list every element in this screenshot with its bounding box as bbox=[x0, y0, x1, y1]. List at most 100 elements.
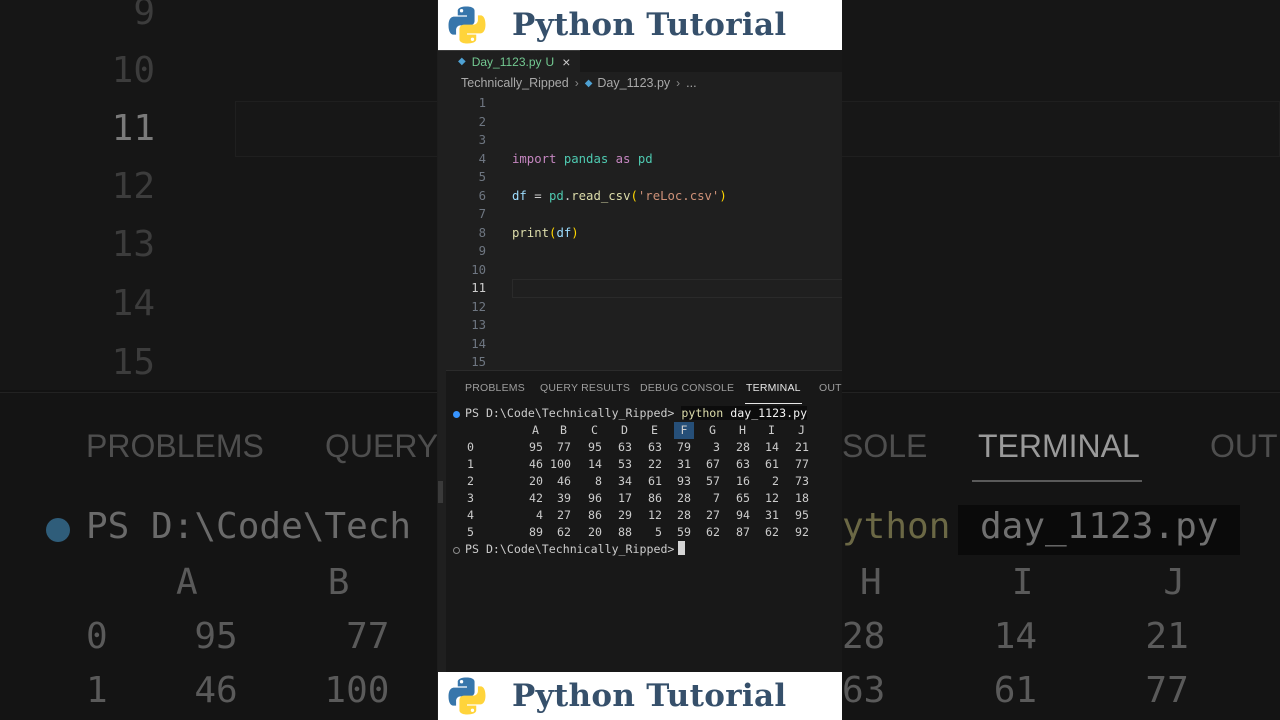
terminal-command: PS D:\Code\Technically_Ripped> python da… bbox=[465, 405, 808, 422]
tab-output[interactable]: OUTI bbox=[819, 382, 842, 394]
cell-value: 27 bbox=[557, 508, 571, 522]
column-header: J bbox=[798, 423, 805, 437]
line-number: 12 bbox=[471, 299, 486, 314]
line-number: 13 bbox=[471, 318, 486, 332]
editor-tab-day-1123[interactable]: ◆ Day_1123.py U × bbox=[438, 50, 580, 72]
code-line[interactable]: 4 import pandas as pd bbox=[438, 150, 842, 169]
code-token: = bbox=[526, 188, 550, 203]
breadcrumb-file[interactable]: Day_1123.py bbox=[597, 76, 670, 90]
code-line[interactable]: 9 bbox=[438, 242, 842, 261]
column-header: E bbox=[651, 423, 658, 437]
row-index: 3 bbox=[467, 491, 474, 505]
background-tab-query: QUERY bbox=[325, 428, 439, 464]
cell-value: 12 bbox=[765, 491, 779, 505]
code-line[interactable]: 11 bbox=[438, 279, 842, 298]
cell-value: 57 bbox=[706, 474, 720, 488]
column-header: B bbox=[560, 423, 567, 437]
background-line-number: 15 bbox=[111, 342, 155, 383]
code-line[interactable]: 10 bbox=[438, 261, 842, 280]
cell-value: 63 bbox=[618, 440, 632, 454]
background-command-file: day_1123.py bbox=[980, 506, 1219, 547]
code-token: print bbox=[512, 225, 550, 240]
cell-value: 20 bbox=[588, 525, 602, 539]
code-token: as bbox=[615, 151, 631, 166]
cell-value: 93 bbox=[677, 474, 691, 488]
code-token: ) bbox=[719, 188, 727, 203]
cell-value: 67 bbox=[706, 457, 720, 471]
code-line[interactable]: 2 bbox=[438, 113, 842, 132]
tab-terminal[interactable]: TERMINAL bbox=[746, 382, 801, 394]
line-number: 3 bbox=[478, 133, 486, 147]
terminal-prompt: PS D:\Code\Technically_Ripped> bbox=[465, 406, 675, 420]
code-token: pd bbox=[637, 151, 653, 166]
cell-value: 16 bbox=[736, 474, 750, 488]
banner-title: Python Tutorial bbox=[512, 7, 787, 43]
active-tab-indicator bbox=[745, 403, 802, 404]
cell-value: 46 bbox=[529, 457, 543, 471]
cell-value: 61 bbox=[648, 474, 662, 488]
tab-problems[interactable]: PROBLEMS bbox=[465, 382, 525, 394]
cell-value: 21 bbox=[795, 440, 809, 454]
cell-value: 3 bbox=[713, 440, 720, 454]
cell-value: 87 bbox=[736, 525, 750, 539]
line-number: 11 bbox=[471, 281, 486, 295]
line-number: 6 bbox=[478, 188, 486, 203]
code-line[interactable]: 14 bbox=[438, 335, 842, 354]
close-icon[interactable]: × bbox=[562, 54, 570, 70]
tab-untracked-badge: U bbox=[545, 54, 555, 69]
code-line[interactable]: 12 bbox=[438, 298, 842, 317]
code-line[interactable]: 5 bbox=[438, 168, 842, 187]
terminal-final-prompt-line: PS D:\Code\Technically_Ripped> bbox=[465, 541, 686, 558]
background-line-number: 12 bbox=[111, 166, 155, 207]
cell-value: 63 bbox=[648, 440, 662, 454]
code-line[interactable]: 15 bbox=[438, 353, 842, 372]
tab-query-results[interactable]: QUERY RESULTS bbox=[540, 382, 630, 394]
cell-value: 18 bbox=[795, 491, 809, 505]
breadcrumb-folder[interactable]: Technically_Ripped bbox=[461, 76, 569, 90]
background-line-number: 13 bbox=[111, 224, 155, 265]
code-editor[interactable]: 1 2 3 4 import pandas as pd 5 6 df = pd.read_cs… bbox=[438, 94, 842, 370]
cell-value: 92 bbox=[795, 525, 809, 539]
terminal[interactable]: PS D:\Code\Technically_Ripped> python da… bbox=[446, 405, 842, 673]
background-header-right: H I J bbox=[860, 562, 1186, 603]
column-header: I bbox=[768, 423, 775, 437]
cell-value: 95 bbox=[529, 440, 543, 454]
cell-value: 86 bbox=[648, 491, 662, 505]
code-line[interactable]: 1 bbox=[438, 94, 842, 113]
line-number: 1 bbox=[478, 96, 486, 110]
code-line[interactable]: 7 bbox=[438, 205, 842, 224]
divider bbox=[437, 0, 438, 720]
cell-value: 14 bbox=[765, 440, 779, 454]
bottom-panel: PROBLEMS QUERY RESULTS DEBUG CONSOLE TER… bbox=[438, 370, 842, 673]
tab-debug-console[interactable]: DEBUG CONSOLE bbox=[640, 382, 734, 394]
cell-value: 7 bbox=[713, 491, 720, 505]
cell-value: 96 bbox=[588, 491, 602, 505]
background-prompt: PS D:\Code\Tech bbox=[86, 506, 412, 547]
terminal-command-text: python day_1123.py bbox=[681, 406, 808, 420]
code-token: df bbox=[512, 188, 527, 203]
code-line[interactable]: 6 df = pd.read_csv('reLoc.csv') bbox=[438, 187, 842, 206]
code-line[interactable]: 3 bbox=[438, 131, 842, 150]
scrollbar[interactable] bbox=[438, 481, 443, 503]
breadcrumb-more[interactable]: ... bbox=[686, 76, 696, 90]
code-token: 'reLoc.csv' bbox=[637, 188, 720, 203]
terminal-final-line: PS D:\Code\Technically_Ripped> bbox=[446, 541, 842, 558]
column-header: C bbox=[591, 423, 598, 437]
cell-value: 17 bbox=[618, 491, 632, 505]
cell-value: 8 bbox=[595, 474, 602, 488]
code-token: read_csv bbox=[571, 188, 631, 203]
code-line[interactable]: 8 print(df) bbox=[438, 224, 842, 243]
background-tab-terminal: TERMINAL bbox=[978, 428, 1140, 464]
code-line[interactable]: 13 bbox=[438, 316, 842, 335]
cell-value: 31 bbox=[765, 508, 779, 522]
python-file-icon: ◆ bbox=[458, 56, 466, 67]
python-logo-icon bbox=[448, 677, 486, 715]
line-number: 15 bbox=[471, 355, 486, 369]
column-header: H bbox=[739, 423, 746, 437]
line-number: 5 bbox=[478, 170, 486, 184]
cell-value: 77 bbox=[557, 440, 571, 454]
cell-value: 62 bbox=[557, 525, 571, 539]
code-token: pd bbox=[549, 188, 564, 203]
